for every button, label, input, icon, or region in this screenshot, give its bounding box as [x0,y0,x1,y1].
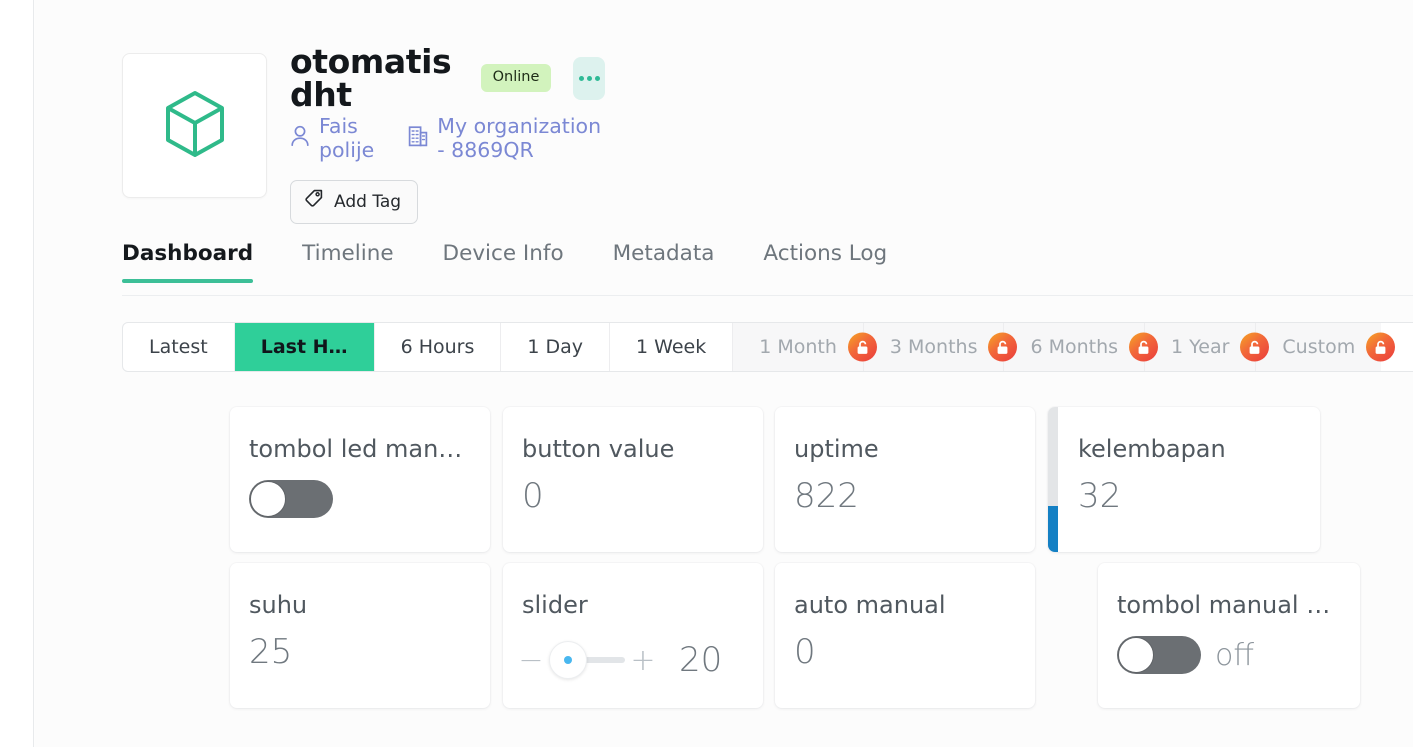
more-options-button[interactable] [573,56,606,100]
range-1-day-label: 1 Day [527,336,584,358]
widget-title: auto manual [794,591,946,619]
device-owner-link[interactable]: Fais polije [290,114,376,162]
toggle-knob [250,481,286,517]
slider-handle-dot [564,656,572,664]
range-1-day[interactable]: 1 Day [501,323,611,371]
range-6-months[interactable]: 6 Months [1004,323,1159,371]
device-meta: otomatis dht Online Fais polije My organ… [290,45,606,224]
widget-title: suhu [249,591,308,619]
tag-icon [305,189,325,214]
device-owner-label: Fais polije [319,114,375,162]
tab-dashboard[interactable]: Dashboard [122,238,254,283]
lock-icon [1240,332,1270,362]
slider-decrement-button[interactable]: − [517,643,545,678]
device-subinfo: Fais polije My organization - 8869QR [290,114,605,162]
more-horizontal-icon [578,75,600,81]
widget-value: 25 [249,632,293,672]
time-range-selector: Latest Last H… 6 Hours 1 Day 1 Week 1 Mo… [122,322,1413,372]
lock-icon [1129,332,1159,362]
toggle-state-label: off [1215,638,1255,673]
widget-card-kelembapan[interactable]: kelembapan 32 [1048,407,1320,552]
range-6-hours[interactable]: 6 Hours [375,323,502,371]
add-tag-label: Add Tag [334,191,402,212]
gauge-fill [1048,505,1058,552]
widget-value: 0 [522,476,544,516]
widget-value: 0 [794,632,816,672]
slider-control: − + 20 [517,641,722,679]
cube-icon [164,90,226,162]
left-rail [0,0,34,747]
widget-card-suhu[interactable]: suhu 25 [230,563,490,708]
tab-device-info[interactable]: Device Info [443,238,564,282]
widget-title: uptime [794,435,879,463]
widget-value: 822 [794,476,859,516]
widget-card-tombol-led-manual[interactable]: tombol led man… [230,407,490,552]
content-surface: otomatis dht Online Fais polije My organ… [35,0,1413,747]
range-latest[interactable]: Latest [123,323,235,371]
slider-value: 20 [679,640,723,680]
range-3-months-label: 3 Months [889,336,978,358]
widget-card-slider[interactable]: slider − + 20 [503,563,763,708]
range-custom[interactable]: Custom [1256,323,1396,371]
slider-track-wrap[interactable] [549,641,625,679]
device-organization-link[interactable]: My organization - 8869QR [408,114,605,162]
range-latest-label: Latest [149,336,208,358]
page-title: otomatis dht [290,42,452,114]
device-title-row: otomatis dht Online [290,45,606,111]
tab-metadata[interactable]: Metadata [613,238,715,282]
status-badge: Online [480,64,552,92]
range-6-hours-label: 6 Hours [400,336,475,358]
toggle-switch[interactable] [1117,636,1201,674]
toggle-knob [1118,637,1154,673]
range-1-year[interactable]: 1 Year [1145,323,1270,371]
widget-card-auto-manual[interactable]: auto manual 0 [775,563,1035,708]
range-custom-label: Custom [1282,336,1356,358]
range-6-months-label: 6 Months [1030,336,1119,358]
widget-title: tombol led man… [249,435,463,463]
range-1-week[interactable]: 1 Week [610,323,734,371]
tab-actions-log[interactable]: Actions Log [763,238,887,282]
widget-title: kelembapan [1078,435,1226,463]
user-icon [290,125,310,152]
widget-card-tombol-manual[interactable]: tombol manual … off [1098,563,1360,708]
device-avatar [122,53,267,198]
gauge-track [1048,407,1058,552]
widget-title: slider [522,591,588,619]
widget-title: tombol manual … [1117,591,1331,619]
range-last-hour[interactable]: Last H… [234,323,375,371]
device-organization-label: My organization - 8869QR [437,114,602,162]
building-icon [408,125,428,152]
range-last-hour-label: Last H… [260,336,348,358]
range-1-year-label: 1 Year [1171,336,1230,358]
lock-icon [847,332,877,362]
lock-icon [988,332,1018,362]
widget-card-uptime[interactable]: uptime 822 [775,407,1035,552]
range-1-week-label: 1 Week [636,336,707,358]
slider-handle[interactable] [549,641,587,679]
range-1-month[interactable]: 1 Month [733,323,877,371]
add-tag-button[interactable]: Add Tag [290,180,419,224]
tab-timeline[interactable]: Timeline [302,238,393,282]
widget-card-button-value[interactable]: button value 0 [503,407,763,552]
toggle-switch[interactable] [249,480,333,518]
app-root: otomatis dht Online Fais polije My organ… [0,0,1413,747]
slider-increment-button[interactable]: + [629,643,657,678]
lock-icon [1366,332,1396,362]
widget-title: button value [522,435,675,463]
range-1-month-label: 1 Month [759,336,837,358]
range-3-months[interactable]: 3 Months [863,323,1018,371]
main-tabs: Dashboard Timeline Device Info Metadata … [122,238,1413,296]
widget-value: 32 [1078,476,1122,516]
